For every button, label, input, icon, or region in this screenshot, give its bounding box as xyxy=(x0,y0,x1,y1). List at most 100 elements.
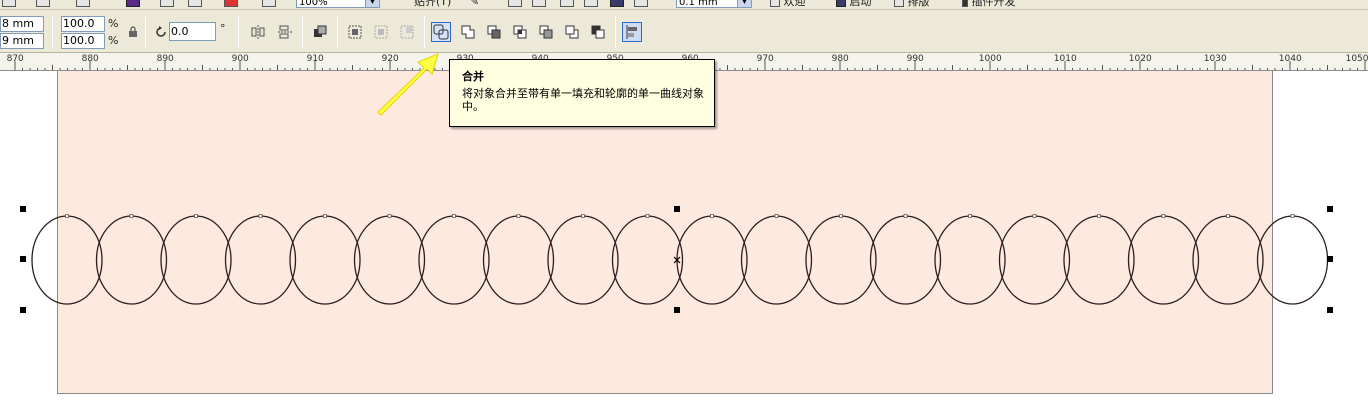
lock-ratio-icon[interactable] xyxy=(123,22,143,42)
zoom-level-select[interactable]: 100% ▼ xyxy=(296,0,380,8)
circle-shape[interactable] xyxy=(805,215,877,305)
curve-node[interactable] xyxy=(1032,214,1037,218)
mirror-vertical-icon[interactable] xyxy=(275,22,295,42)
scale-x-field[interactable]: 100.0 xyxy=(61,16,105,32)
menu-icon[interactable] xyxy=(2,0,16,8)
selection-handle[interactable] xyxy=(20,256,26,262)
curve-node[interactable] xyxy=(1097,214,1101,218)
curve-node[interactable] xyxy=(710,214,714,218)
undo-icon[interactable] xyxy=(36,0,50,8)
back-minus-front-button[interactable] xyxy=(588,22,608,42)
ruler-label: 880 xyxy=(81,54,99,64)
curve-node[interactable] xyxy=(1161,214,1166,218)
circle-shape[interactable] xyxy=(418,215,490,305)
ruler-label: 870 xyxy=(6,54,24,64)
circle-shape[interactable] xyxy=(676,215,748,305)
mirror-horizontal-icon[interactable] xyxy=(248,22,268,42)
circle-shape[interactable] xyxy=(547,215,619,305)
application-icon[interactable] xyxy=(224,0,238,8)
object-width-field[interactable]: 8 mm xyxy=(0,16,44,32)
import-icon[interactable] xyxy=(160,0,174,8)
circle-shape[interactable] xyxy=(95,215,168,305)
curve-node[interactable] xyxy=(645,214,650,218)
selection-handle[interactable] xyxy=(674,206,680,212)
curve-node[interactable] xyxy=(581,214,585,218)
curve-node[interactable] xyxy=(1290,214,1295,218)
table-icon[interactable] xyxy=(532,0,546,8)
chevron-down-icon[interactable]: ▼ xyxy=(365,0,379,7)
welcome-screen-icon[interactable] xyxy=(262,0,276,8)
cursor-icon[interactable] xyxy=(560,0,574,8)
circle-shape[interactable] xyxy=(1127,215,1200,305)
selection-handle[interactable] xyxy=(20,307,26,313)
curve-node[interactable] xyxy=(903,214,908,218)
curve-node[interactable] xyxy=(258,214,263,218)
arrange-icon[interactable] xyxy=(310,22,330,42)
circle-shape[interactable] xyxy=(934,215,1006,305)
curve-node[interactable] xyxy=(1226,214,1230,218)
curve-node[interactable] xyxy=(774,214,779,218)
chevron-down-icon[interactable]: ▼ xyxy=(737,0,751,7)
selection-handle[interactable] xyxy=(674,307,680,313)
corel-launcher-icon[interactable] xyxy=(126,0,140,8)
trim-button[interactable] xyxy=(484,22,504,42)
selection-handle[interactable] xyxy=(1327,206,1333,212)
curve-node[interactable] xyxy=(194,214,198,218)
object-height-field[interactable]: 9 mm xyxy=(0,33,44,49)
transparency-icon[interactable] xyxy=(634,0,648,8)
curve-node[interactable] xyxy=(968,214,972,218)
zoom-level-value: 100% xyxy=(299,0,328,8)
circle-shape[interactable] xyxy=(31,215,103,305)
pen-icon[interactable]: ✎ xyxy=(470,0,484,8)
simplify-button[interactable] xyxy=(536,22,556,42)
ruler-label: 1040 xyxy=(1278,54,1302,64)
ungroup-icon[interactable] xyxy=(371,22,391,42)
degree-label: ° xyxy=(220,22,226,35)
weld-button[interactable] xyxy=(458,22,478,42)
circle-shape[interactable] xyxy=(1192,215,1264,305)
circle-shape[interactable] xyxy=(289,215,361,305)
curve-node[interactable] xyxy=(129,214,134,218)
export-icon[interactable] xyxy=(188,0,202,8)
options-button[interactable]: 排版 xyxy=(894,0,930,8)
circle-shape[interactable] xyxy=(998,215,1071,305)
circle-shape[interactable] xyxy=(611,215,684,305)
rotate-icon xyxy=(151,22,171,42)
circle-shape[interactable] xyxy=(353,215,426,305)
rotation-angle-field[interactable]: 0.0 xyxy=(169,22,216,41)
curve-node[interactable] xyxy=(452,214,456,218)
front-minus-back-button[interactable] xyxy=(562,22,582,42)
redo-icon[interactable] xyxy=(76,0,90,8)
snap-to-menu[interactable]: 贴齐(T) xyxy=(414,0,451,8)
ungroup-all-icon[interactable] xyxy=(397,22,417,42)
combine-button[interactable] xyxy=(431,22,451,42)
curve-node[interactable] xyxy=(323,214,327,218)
circle-shape[interactable] xyxy=(160,215,232,305)
circle-shape[interactable] xyxy=(224,215,297,305)
nudge-distance-select[interactable]: 0.1 mm ▼ xyxy=(676,0,752,8)
selection-handle[interactable] xyxy=(20,206,26,212)
curve-node[interactable] xyxy=(387,214,392,218)
selection-handle[interactable] xyxy=(1327,256,1333,262)
circle-shape[interactable] xyxy=(482,215,555,305)
curve-node[interactable] xyxy=(839,214,843,218)
curve-node[interactable] xyxy=(65,214,69,218)
selection-handle[interactable] xyxy=(1327,307,1333,313)
separator xyxy=(52,16,53,48)
welcome-button[interactable]: 欢迎 xyxy=(770,0,806,8)
intersect-button[interactable] xyxy=(510,22,530,42)
curve-node[interactable] xyxy=(516,214,521,218)
launcher-button[interactable]: 启动 xyxy=(836,0,872,8)
circle-shape[interactable] xyxy=(1063,215,1135,305)
scale-y-field[interactable]: 100.0 xyxy=(61,33,105,49)
fill-icon[interactable] xyxy=(610,0,624,8)
plugins-button[interactable]: 插件开发 xyxy=(962,0,1016,8)
circle-shape[interactable] xyxy=(1256,215,1329,305)
circle-shape[interactable] xyxy=(740,215,813,305)
circle-shape[interactable] xyxy=(869,215,942,305)
pointer-icon[interactable] xyxy=(584,0,598,8)
grid-icon[interactable] xyxy=(508,0,522,8)
group-icon[interactable] xyxy=(345,22,365,42)
align-distribute-button[interactable] xyxy=(622,22,642,42)
ruler-label: 990 xyxy=(906,54,924,64)
